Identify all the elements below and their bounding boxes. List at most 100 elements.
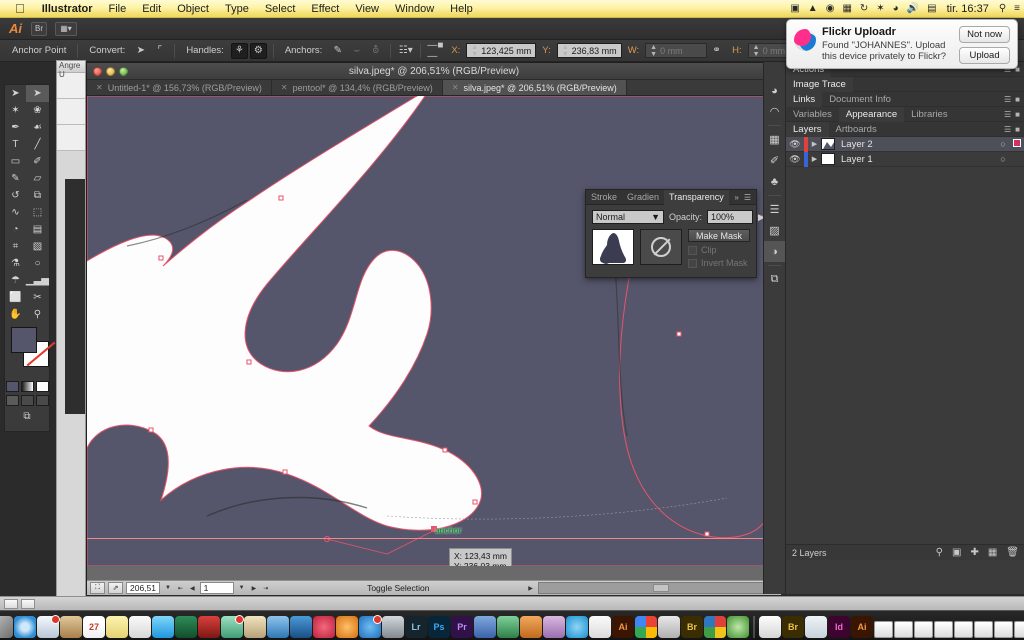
h-stepper[interactable]: ▲ ▼ — [753, 44, 760, 58]
create-new-layer-icon[interactable]: ▦ — [988, 547, 997, 558]
zoom-field[interactable]: 206,51 — [126, 582, 160, 594]
preview-icon[interactable] — [382, 616, 404, 638]
invert-mask-checkbox[interactable] — [688, 258, 697, 268]
keynote-icon[interactable] — [267, 616, 289, 638]
symbol-sprayer-tool[interactable]: ☂ — [5, 272, 26, 289]
minimized-window-icon[interactable] — [914, 621, 933, 638]
arrange-documents-icon[interactable]: ▦▾ — [55, 21, 77, 36]
tab-variables[interactable]: Variables — [786, 107, 839, 122]
page-dropdown-icon[interactable]: ▼ — [237, 585, 247, 591]
collapse-icon[interactable]: ■ — [1015, 125, 1020, 134]
layer-row-2[interactable]: 👁 ▶ Layer 2 ○ — [786, 136, 1024, 152]
close-icon[interactable]: ✕ — [281, 83, 288, 92]
last-artboard-icon[interactable]: ⇥ — [261, 585, 270, 592]
dropbox-icon[interactable]: ▲ — [804, 0, 822, 18]
collapse-icon[interactable]: ■ — [1015, 110, 1020, 119]
apple-icon[interactable]:  — [6, 1, 34, 17]
artwork-thumbnail[interactable] — [592, 229, 634, 265]
shape-builder-tool[interactable]: ◔ — [5, 221, 26, 238]
menu-item-file[interactable]: File — [100, 0, 134, 18]
pencil-tool[interactable]: ✎ — [5, 170, 26, 187]
draw-inside-icon[interactable] — [35, 395, 49, 406]
symbols-panel-icon[interactable]: ♣ — [764, 171, 785, 192]
close-icon[interactable]: ✕ — [452, 83, 459, 92]
blend-mode-select[interactable]: Normal ▼ — [592, 210, 664, 224]
zoom-dropdown-icon[interactable]: ▼ — [163, 585, 173, 591]
indesign-icon[interactable]: Id — [828, 616, 850, 638]
evernote-icon[interactable]: ▣ — [786, 0, 803, 18]
notes-icon[interactable] — [106, 616, 128, 638]
calendar-icon[interactable]: 27 — [83, 616, 105, 638]
gradient-fill-button[interactable] — [20, 381, 34, 392]
panel-menu-icon[interactable]: ☰ — [744, 193, 751, 202]
background-window[interactable]: Angre U — [56, 60, 86, 600]
artboard[interactable]: anchor X: 123,43 mm Y: 236,03 mm — [87, 96, 769, 566]
menu-item-edit[interactable]: Edit — [134, 0, 169, 18]
slice-tool[interactable]: ✂ — [26, 289, 49, 306]
minimized-window-icon[interactable] — [954, 621, 973, 638]
tab-libraries[interactable]: Libraries — [904, 107, 954, 122]
convert-corner-icon[interactable]: ➤ — [132, 43, 149, 59]
messages-icon[interactable] — [152, 616, 174, 638]
fill-swatch[interactable] — [11, 327, 37, 353]
eye-icon[interactable]: 👁 — [786, 154, 804, 165]
vector-artwork[interactable] — [87, 96, 769, 566]
invert-mask-checkbox-row[interactable]: Invert Mask — [688, 258, 750, 268]
powerpoint-icon[interactable] — [520, 616, 542, 638]
tab-layers[interactable]: Layers — [786, 121, 829, 137]
panel-menu-icon[interactable]: ☰ — [1004, 110, 1011, 119]
list-icon[interactable]: ≡ — [1010, 0, 1024, 18]
clip-checkbox[interactable] — [688, 245, 697, 255]
double-chevron-icon[interactable]: » — [734, 193, 738, 202]
none-fill-button[interactable] — [35, 381, 49, 392]
artboard-tool[interactable]: ⬜ — [5, 289, 26, 306]
document-tab-pentool[interactable]: ✕ pentool* @ 134,4% (RGB/Preview) — [271, 80, 443, 95]
app-store-icon[interactable] — [359, 615, 382, 638]
paintbrush-tool[interactable]: ✐ — [26, 153, 49, 170]
y-stepper[interactable]: ▲ ▼ — [562, 44, 569, 58]
blend-tool[interactable]: ○ — [26, 255, 49, 272]
align-to-icon[interactable]: ☷▾ — [397, 43, 414, 59]
menu-app-name[interactable]: Illustrator — [34, 0, 101, 18]
address-book-icon[interactable] — [60, 616, 82, 638]
direct-selection-tool[interactable]: ➤ — [25, 85, 49, 102]
bridge-launch-button[interactable]: Br — [31, 21, 47, 36]
selection-indicator[interactable] — [1010, 138, 1024, 150]
type-tool[interactable]: T — [5, 136, 26, 153]
draw-normal-icon[interactable] — [5, 395, 19, 406]
target-indicator-icon[interactable]: ○ — [996, 154, 1010, 164]
wifi-icon[interactable]: ◕ — [889, 0, 903, 18]
create-new-sublayer-icon[interactable]: ✚ — [970, 547, 978, 558]
status-menu-icon[interactable]: ▶ — [526, 585, 535, 592]
bridge-running-icon[interactable]: Br — [782, 616, 804, 638]
chrome-icon[interactable] — [635, 616, 657, 638]
menu-item-type[interactable]: Type — [217, 0, 257, 18]
itunes-icon[interactable] — [313, 616, 335, 638]
canvas-area[interactable]: anchor X: 123,43 mm Y: 236,03 mm — [87, 96, 783, 580]
target-indicator-icon[interactable]: ○ — [996, 139, 1010, 149]
disclosure-triangle-icon[interactable]: ▶ — [808, 155, 821, 163]
show-handles-icon[interactable]: ⚘ — [230, 42, 248, 59]
disclosure-triangle-icon[interactable]: ▶ — [808, 140, 821, 148]
system-preferences-icon[interactable] — [0, 616, 13, 638]
tab-appearance[interactable]: Appearance — [838, 106, 905, 122]
change-screen-mode-icon[interactable]: ⧉ — [5, 407, 49, 425]
line-segment-tool[interactable]: ╱ — [26, 136, 49, 153]
minimized-window-icon[interactable] — [994, 621, 1013, 638]
document-tab-silva[interactable]: ✕ silva.jpeg* @ 206,51% (RGB/Preview) — [442, 80, 627, 95]
gradient-panel-icon[interactable]: ▨ — [764, 220, 785, 241]
fit-artboard-icon[interactable]: ⛶ — [90, 582, 105, 594]
scale-tool[interactable]: ⧉ — [26, 187, 49, 204]
document-tab-untitled[interactable]: ✕ Untitled-1* @ 156,73% (RGB/Preview) — [87, 80, 272, 95]
connect-anchor-icon[interactable]: ⌣ — [348, 43, 365, 59]
curvature-tool[interactable]: ☙ — [26, 119, 49, 136]
search-icon[interactable]: ⚲ — [995, 0, 1010, 18]
magic-wand-tool[interactable]: ✶ — [5, 102, 26, 119]
layer-row-1[interactable]: 👁 ▶ Layer 1 ○ — [786, 151, 1024, 167]
photoshop-icon[interactable]: Ps — [428, 616, 450, 638]
menu-item-object[interactable]: Object — [169, 0, 217, 18]
w-field[interactable]: ▲ ▼ 0 mm — [645, 43, 708, 58]
minimized-window-icon[interactable] — [894, 621, 913, 638]
facetime-icon[interactable] — [175, 616, 197, 638]
imovie-icon[interactable] — [244, 616, 266, 638]
